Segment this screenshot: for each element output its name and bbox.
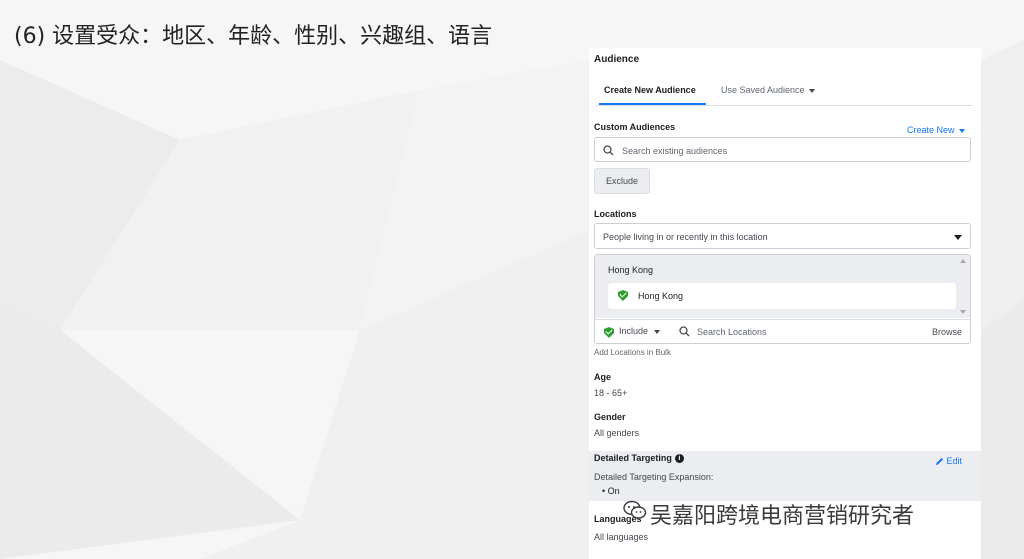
tab-create-new-audience[interactable]: Create New Audience (604, 85, 696, 95)
location-search-bar: Include Search Locations Browse (595, 319, 970, 343)
scroll-down-icon[interactable] (960, 310, 966, 314)
audience-panel: Audience Create New Audience Use Saved A… (589, 48, 981, 559)
browse-link[interactable]: Browse (932, 327, 962, 337)
detailed-targeting-title: Detailed Targeting i (594, 453, 684, 464)
locations-label: Locations (594, 209, 637, 219)
watermark-text: 吴嘉阳跨境电商营销研究者 (650, 504, 915, 529)
location-type-value: People living in or recently in this loc… (603, 232, 768, 242)
languages-value: All languages (594, 532, 649, 542)
wechat-icon (623, 500, 647, 519)
create-new-label: Create New (907, 125, 955, 135)
detailed-targeting-section: Detailed Targeting i Edit Detailed Target… (589, 451, 981, 501)
custom-audiences-label: Custom Audiences (594, 122, 676, 132)
panel-title: Audience (594, 54, 640, 65)
age-value: 18 - 65+ (594, 388, 628, 398)
pencil-icon (936, 458, 943, 466)
create-new-dropdown[interactable]: Create New (907, 125, 965, 135)
slide-title: (6) 设置受众：地区、年龄、性别、兴趣组、语言 (14, 24, 493, 49)
edit-label: Edit (946, 456, 963, 466)
include-dropdown[interactable]: Include (619, 326, 661, 336)
watermark: 吴嘉阳跨境电商营销研究者 (623, 498, 915, 530)
location-type-select[interactable]: People living in or recently in this loc… (594, 223, 971, 249)
caret-down-icon (958, 128, 965, 133)
location-list[interactable]: Hong Kong Hong Kong (595, 255, 970, 318)
location-item-label: Hong Kong (638, 291, 684, 301)
expansion-value: • On (602, 486, 620, 496)
age-label: Age (594, 372, 612, 382)
caret-down-icon (808, 88, 815, 93)
add-locations-in-bulk-link[interactable]: Add Locations in Bulk (594, 348, 671, 357)
caret-down-icon (954, 235, 962, 240)
include-label: Include (619, 326, 649, 336)
location-search-input[interactable]: Search Locations (697, 327, 767, 337)
location-group-header: Hong Kong (608, 265, 654, 275)
info-icon[interactable]: i (674, 454, 684, 464)
tab-use-saved-audience-label: Use Saved Audience (721, 85, 805, 95)
exclude-button[interactable]: Exclude (594, 168, 650, 194)
shield-check-icon (604, 327, 614, 338)
caret-down-icon (654, 329, 661, 334)
search-placeholder: Search existing audiences (622, 146, 728, 156)
expansion-label: Detailed Targeting Expansion: (594, 472, 714, 482)
location-item[interactable]: Hong Kong (608, 283, 956, 309)
shield-check-icon (618, 290, 628, 301)
scroll-up-icon[interactable] (960, 259, 966, 263)
custom-audience-search-input[interactable]: Search existing audiences (594, 137, 971, 162)
search-icon (679, 326, 690, 337)
location-box: Hong Kong Hong Kong Include Search Locat… (594, 254, 971, 344)
active-tab-indicator (599, 103, 706, 105)
detailed-targeting-label: Detailed Targeting (594, 453, 672, 463)
search-icon (603, 145, 614, 156)
gender-label: Gender (594, 412, 626, 422)
edit-detailed-targeting-link[interactable]: Edit (935, 456, 962, 466)
tab-use-saved-audience[interactable]: Use Saved Audience (721, 85, 815, 95)
gender-value: All genders (594, 428, 640, 438)
audience-tabs: Create New Audience Use Saved Audience (596, 81, 972, 106)
